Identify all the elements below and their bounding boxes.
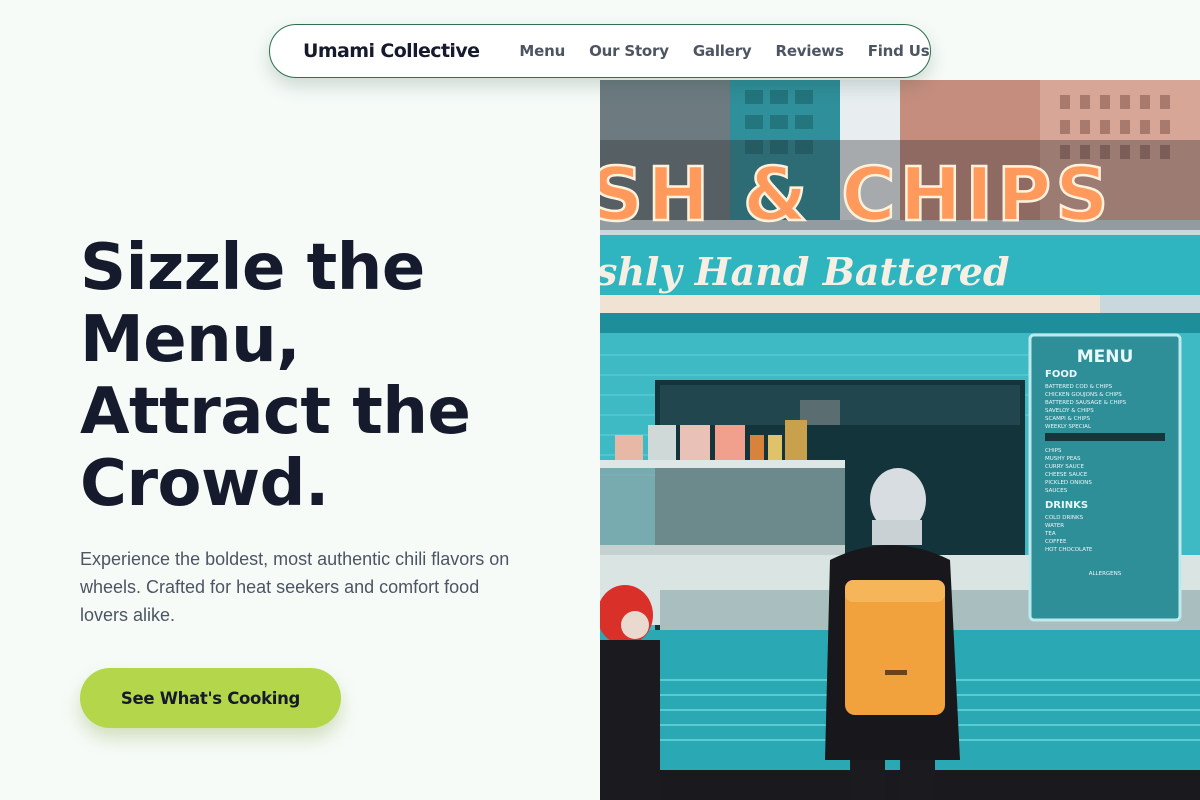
menu-board-drinks-heading: DRINKS xyxy=(1045,500,1088,511)
hero-title-line: Attract the xyxy=(80,375,471,449)
menu-board-item: CHICKEN GOUJONS & CHIPS xyxy=(1045,392,1122,398)
menu-board-title: MENU xyxy=(1077,347,1134,367)
hero-title-line: Crowd. xyxy=(80,447,329,521)
menu-board-item: WEEKLY SPECIAL xyxy=(1045,424,1092,430)
nav-link-reviews[interactable]: Reviews xyxy=(775,42,843,60)
menu-board-item: SCAMPI & CHIPS xyxy=(1045,416,1090,422)
menu-board-item: HOT CHOCOLATE xyxy=(1045,547,1093,553)
hero-title: Sizzle the Menu, Attract the Crowd. xyxy=(80,232,560,520)
menu-board-item: BATTERED COD & CHIPS xyxy=(1045,384,1113,390)
menu-board-item: WATER xyxy=(1045,523,1064,529)
brand-logo[interactable]: Umami Collective xyxy=(303,40,480,62)
sign-text: SH & CHIPS xyxy=(600,152,1113,238)
hero-title-line: Menu, xyxy=(80,303,301,377)
menu-board-item: BATTERED SAUSAGE & CHIPS xyxy=(1045,400,1127,406)
hero-food-truck-image: SH & CHIPS shly Hand Battered MENU FOOD … xyxy=(600,80,1200,800)
menu-board-item: CHIPS xyxy=(1045,448,1062,454)
menu-board-item: SAUCES xyxy=(1045,488,1068,494)
menu-board-item: CHEESE SAUCE xyxy=(1045,472,1088,478)
nav-link-gallery[interactable]: Gallery xyxy=(693,42,752,60)
menu-board-item: CURRY SAUCE xyxy=(1045,464,1084,470)
top-nav: Umami Collective Menu Our Story Gallery … xyxy=(269,24,931,78)
menu-board-food-heading: FOOD xyxy=(1045,369,1077,380)
menu-board-item: TEA xyxy=(1044,531,1056,537)
hero-subtitle: Experience the boldest, most authentic c… xyxy=(80,549,510,625)
hero-title-line: Sizzle the xyxy=(80,231,425,305)
nav-link-find-us[interactable]: Find Us xyxy=(868,42,930,60)
menu-board-item: COLD DRINKS xyxy=(1045,515,1084,521)
banner-text: shly Hand Battered xyxy=(600,249,1010,294)
menu-board-item: PICKLED ONIONS xyxy=(1045,480,1092,486)
see-whats-cooking-button[interactable]: See What's Cooking xyxy=(80,668,341,728)
menu-board-item: MUSHY PEAS xyxy=(1045,456,1081,462)
nav-link-menu[interactable]: Menu xyxy=(519,42,565,60)
menu-board-item: SAVELOY & CHIPS xyxy=(1045,408,1094,414)
nav-link-our-story[interactable]: Our Story xyxy=(589,42,669,60)
menu-board-footer: ALLERGENS xyxy=(1089,571,1122,577)
nav-links: Menu Our Story Gallery Reviews Find Us xyxy=(519,42,929,60)
menu-board-item: COFFEE xyxy=(1045,539,1067,545)
